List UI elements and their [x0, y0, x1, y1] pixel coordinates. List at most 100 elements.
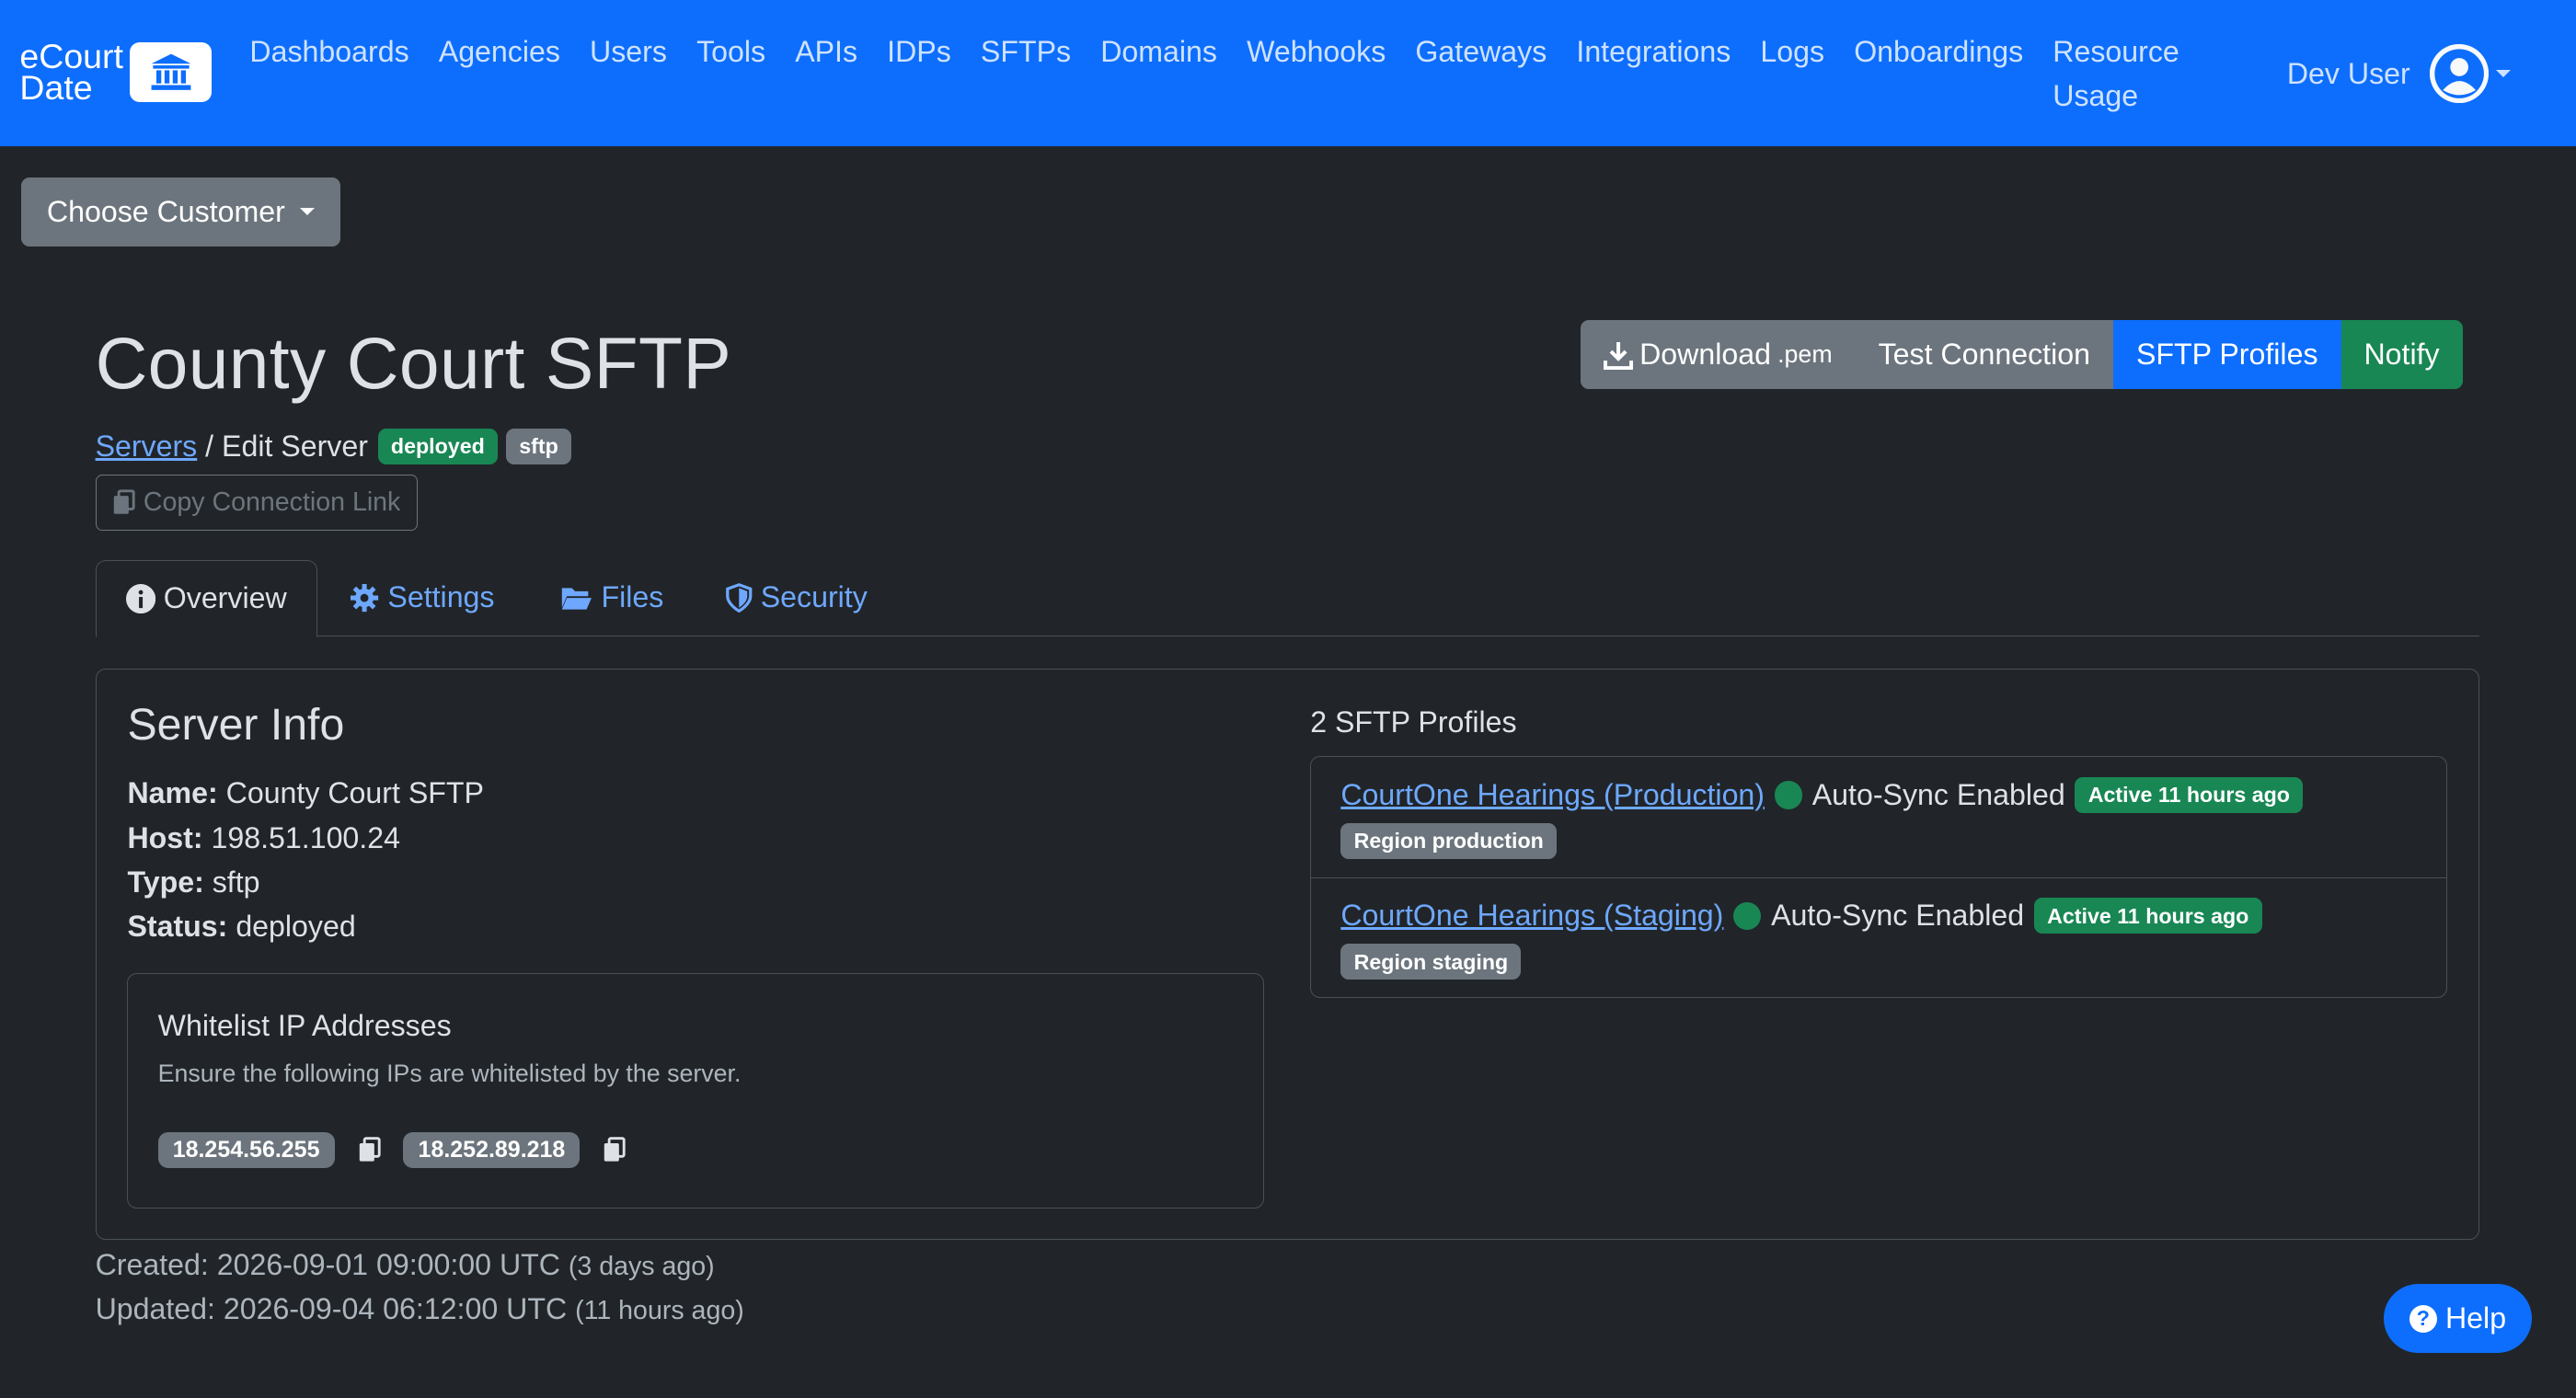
whitelist-description: Ensure the following IPs are whitelisted… [157, 1059, 742, 1087]
profile-region-badge: Region production [1340, 822, 1558, 860]
tab-overview-label: Overview [163, 581, 287, 615]
courthouse-icon [130, 42, 213, 102]
choose-customer-label: Choose Customer [46, 194, 285, 228]
info-name-value: County Court SFTP [225, 776, 484, 810]
server-info-list: Name: County Court SFTP Host: 198.51.100… [127, 771, 483, 948]
updated-relative: (11 hours ago) [575, 1296, 744, 1326]
action-button-group: Download .pem Test Connection SFTP Profi… [1580, 320, 2463, 390]
nav-gateways[interactable]: Gateways [1400, 29, 1561, 118]
status-badge: deployed [377, 429, 499, 465]
server-info-heading: Server Info [127, 699, 345, 750]
whitelist-heading: Whitelist IP Addresses [157, 1008, 452, 1042]
tab-overview[interactable]: Overview [95, 559, 317, 638]
ip-badge: 18.252.89.218 [403, 1131, 581, 1168]
breadcrumb-current: / Edit Server [205, 430, 368, 464]
tab-security-label: Security [760, 580, 868, 614]
overview-card: Server Info Name: County Court SFTP Host… [95, 668, 2479, 1241]
whitelist-ip-list: 18.254.56.255 18.252.89.218 [157, 1131, 650, 1168]
ip-badge: 18.254.56.255 [157, 1131, 335, 1168]
breadcrumb-servers-link[interactable]: Servers [96, 430, 198, 464]
whitelist-card: Whitelist IP Addresses Ensure the follow… [127, 973, 1265, 1209]
copy-icon [113, 489, 135, 515]
shield-icon [726, 583, 753, 613]
updated-label: Updated: [95, 1292, 215, 1326]
info-status-value: deployed [236, 910, 356, 944]
folder-open-icon [561, 588, 592, 610]
nav-integrations[interactable]: Integrations [1561, 29, 1745, 118]
created-relative: (3 days ago) [568, 1252, 715, 1282]
profile-link[interactable]: CourtOne Hearings (Production) [1340, 778, 1765, 812]
info-icon [125, 583, 155, 614]
nav-users[interactable]: Users [575, 29, 682, 118]
profile-list-item: CourtOne Hearings (Staging) Auto-Sync En… [1311, 877, 2447, 998]
copy-icon[interactable] [603, 1136, 627, 1163]
created-value: 2026-09-01 09:00:00 UTC [216, 1248, 560, 1282]
gear-icon [351, 583, 379, 613]
download-label: Download [1639, 338, 1771, 372]
nav-resource-usage[interactable]: Resource Usage [2038, 29, 2215, 118]
info-host-label: Host: [127, 820, 203, 854]
nav-idps[interactable]: IDPs [872, 29, 966, 118]
notify-button[interactable]: Notify [2340, 320, 2463, 390]
profiles-list: CourtOne Hearings (Production) Auto-Sync… [1310, 756, 2448, 999]
top-navbar: eCourt Date Dashboards Agencies Users To… [0, 0, 2576, 146]
sftp-profiles-button[interactable]: SFTP Profiles [2112, 320, 2341, 390]
chevron-down-icon [2495, 70, 2511, 79]
info-status-label: Status: [127, 910, 228, 944]
brand-text: eCourt Date [19, 39, 123, 107]
breadcrumb: Servers / Edit Server deployed sftp [96, 429, 572, 465]
help-label: Help [2444, 1301, 2507, 1335]
nav-webhooks[interactable]: Webhooks [1232, 29, 1400, 118]
tab-settings-label: Settings [387, 580, 495, 614]
brand-line2: Date [19, 67, 93, 107]
brand-logo[interactable]: eCourt Date [19, 39, 213, 107]
nav-dashboards[interactable]: Dashboards [235, 29, 423, 118]
chevron-down-icon [299, 208, 315, 217]
copy-connection-link-button[interactable]: Copy Connection Link [95, 475, 418, 531]
info-type-value: sftp [212, 865, 260, 899]
tab-settings[interactable]: Settings [350, 560, 494, 636]
main-nav: Dashboards Agencies Users Tools APIs IDP… [235, 29, 2215, 118]
nav-agencies[interactable]: Agencies [424, 29, 575, 118]
tab-files-label: Files [601, 580, 664, 614]
profile-active-badge: Active 11 hours ago [2033, 898, 2262, 934]
profile-list-item: CourtOne Hearings (Production) Auto-Sync… [1311, 757, 2446, 877]
status-dot-icon [1733, 901, 1762, 930]
info-host-row: Host: 198.51.100.24 [127, 816, 483, 860]
copy-connection-link-label: Copy Connection Link [143, 487, 401, 518]
user-menu[interactable]: Dev User [2286, 44, 2511, 104]
profile-link[interactable]: CourtOne Hearings (Staging) [1340, 899, 1723, 933]
tab-security[interactable]: Security [726, 560, 868, 636]
info-type-label: Type: [127, 865, 204, 899]
avatar-icon [2430, 44, 2490, 104]
info-name-label: Name: [127, 776, 218, 810]
download-ext: .pem [1777, 340, 1833, 369]
download-pem-button[interactable]: Download .pem [1580, 320, 1856, 390]
choose-customer-button[interactable]: Choose Customer [21, 177, 340, 246]
created-label: Created: [95, 1248, 209, 1282]
status-dot-icon [1774, 781, 1803, 809]
tab-files[interactable]: Files [560, 560, 663, 636]
info-status-row: Status: deployed [127, 904, 483, 948]
updated-timestamp: Updated: 2026-09-04 06:12:00 UTC (11 hou… [96, 1292, 744, 1326]
info-type-row: Type: sftp [127, 860, 483, 904]
page-title: County Court SFTP [95, 322, 732, 404]
nav-apis[interactable]: APIs [780, 29, 872, 118]
profile-sync: Auto-Sync Enabled [1811, 777, 2065, 811]
help-button[interactable]: ? Help [2384, 1284, 2532, 1354]
nav-logs[interactable]: Logs [1745, 29, 1839, 118]
download-icon [1603, 341, 1633, 370]
nav-onboardings[interactable]: Onboardings [1839, 29, 2038, 118]
profile-region-badge: Region staging [1340, 944, 1522, 980]
nav-sftps[interactable]: SFTPs [966, 29, 1086, 118]
info-host-value: 198.51.100.24 [211, 820, 400, 854]
nav-domains[interactable]: Domains [1086, 29, 1232, 118]
created-timestamp: Created: 2026-09-01 09:00:00 UTC (3 days… [96, 1248, 715, 1282]
copy-icon[interactable] [358, 1136, 381, 1163]
test-connection-button[interactable]: Test Connection [1855, 320, 2113, 390]
updated-value: 2026-09-04 06:12:00 UTC [223, 1292, 568, 1326]
question-circle-icon: ? [2409, 1304, 2438, 1334]
user-name: Dev User [2286, 56, 2410, 90]
profile-active-badge: Active 11 hours ago [2075, 776, 2304, 814]
nav-tools[interactable]: Tools [682, 29, 780, 118]
